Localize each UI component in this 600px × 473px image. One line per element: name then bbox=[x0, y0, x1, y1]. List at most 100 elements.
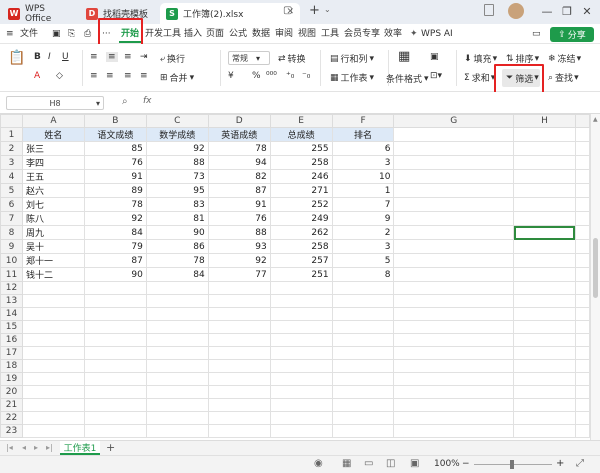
table-cell[interactable] bbox=[393, 307, 515, 321]
table-cell[interactable]: 总成绩 bbox=[269, 127, 333, 142]
table-cell[interactable] bbox=[393, 169, 515, 184]
table-cell[interactable]: 92 bbox=[207, 253, 271, 268]
table-cell[interactable] bbox=[574, 267, 590, 282]
column-header[interactable]: F bbox=[331, 114, 395, 128]
table-cell[interactable] bbox=[83, 398, 147, 412]
table-cell[interactable] bbox=[269, 320, 333, 334]
table-cell[interactable] bbox=[393, 197, 515, 212]
table-cell[interactable] bbox=[513, 320, 576, 334]
table-cell[interactable] bbox=[513, 155, 576, 170]
find-button[interactable]: ⌕ 查找 ▾ bbox=[548, 71, 579, 85]
wrap-button[interactable]: ⤶ 换行 bbox=[160, 52, 185, 66]
menu-data[interactable]: 数据 bbox=[252, 27, 270, 41]
avatar[interactable] bbox=[508, 3, 524, 19]
table-cell[interactable]: 258 bbox=[269, 155, 333, 170]
table-cell[interactable] bbox=[393, 320, 515, 334]
table-cell[interactable] bbox=[513, 267, 576, 282]
table-cell[interactable] bbox=[21, 320, 85, 334]
table-cell[interactable]: 数学成绩 bbox=[145, 127, 209, 142]
table-cell[interactable] bbox=[513, 346, 576, 360]
row-header[interactable]: 14 bbox=[0, 307, 23, 321]
table-cell[interactable] bbox=[83, 359, 147, 373]
table-cell[interactable]: 249 bbox=[269, 211, 333, 226]
row-header[interactable]: 16 bbox=[0, 333, 23, 347]
restore-icon[interactable]: ❐ bbox=[558, 2, 576, 20]
zoom-out-icon[interactable]: − bbox=[462, 459, 470, 469]
table-cell[interactable] bbox=[21, 372, 85, 386]
table-cell[interactable] bbox=[269, 385, 333, 399]
table-cell[interactable] bbox=[207, 281, 271, 295]
share-button[interactable]: ⇪ 分享 bbox=[550, 27, 594, 42]
table-cell[interactable] bbox=[331, 294, 395, 308]
new-tab-icon[interactable]: + bbox=[309, 3, 320, 18]
table-cell[interactable] bbox=[207, 411, 271, 425]
italic-icon[interactable]: I bbox=[48, 52, 51, 62]
select-all-corner[interactable] bbox=[0, 114, 23, 128]
table-cell[interactable]: 吴十 bbox=[21, 239, 85, 254]
file-menu[interactable]: 文件 bbox=[20, 27, 38, 41]
table-cell[interactable]: 89 bbox=[83, 183, 147, 198]
prev-sheet-icon[interactable]: ◂ bbox=[22, 443, 26, 452]
row-header[interactable]: 7 bbox=[0, 211, 23, 226]
paste-icon[interactable]: 📋 bbox=[8, 50, 25, 66]
row-header[interactable]: 18 bbox=[0, 359, 23, 373]
currency-icon[interactable]: ¥ bbox=[228, 71, 234, 81]
table-cell[interactable] bbox=[574, 359, 590, 373]
print-icon[interactable]: ⎙ bbox=[84, 27, 91, 41]
table-cell[interactable]: 257 bbox=[269, 253, 333, 268]
menu-wps-ai[interactable]: WPS AI bbox=[421, 27, 453, 41]
table-cell[interactable]: 78 bbox=[145, 253, 209, 268]
table-cell[interactable] bbox=[393, 411, 515, 425]
rows-cols-button[interactable]: ▤ 行和列 ▾ bbox=[330, 52, 374, 66]
table-cell[interactable]: 刘七 bbox=[21, 197, 85, 212]
menu-developer[interactable]: 开发工具 bbox=[145, 27, 181, 41]
table-cell[interactable]: 91 bbox=[207, 197, 271, 212]
sidebar-icon[interactable] bbox=[484, 4, 494, 16]
table-cell[interactable] bbox=[513, 294, 576, 308]
row-header[interactable]: 21 bbox=[0, 398, 23, 412]
tab-wps-office[interactable]: W WPS Office bbox=[2, 3, 74, 24]
table-cell[interactable] bbox=[393, 424, 515, 438]
zoom-slider-thumb[interactable] bbox=[510, 460, 514, 469]
window-icon[interactable]: ▢ bbox=[283, 5, 292, 16]
table-cell[interactable]: 姓名 bbox=[21, 127, 85, 142]
hamburger-icon[interactable]: ≡ bbox=[6, 27, 14, 41]
table-cell[interactable] bbox=[331, 281, 395, 295]
page-layout-icon[interactable]: ▭ bbox=[364, 458, 373, 469]
table-cell[interactable]: 90 bbox=[83, 267, 147, 282]
table-cell[interactable] bbox=[83, 372, 147, 386]
table-cell[interactable]: 8 bbox=[331, 267, 395, 282]
export-icon[interactable]: ⎘ bbox=[68, 27, 75, 41]
table-cell[interactable] bbox=[83, 424, 147, 438]
eye-icon[interactable]: ◉ bbox=[314, 458, 323, 469]
indent-icon[interactable]: ⇥ bbox=[140, 52, 148, 62]
table-cell[interactable] bbox=[574, 169, 590, 184]
table-cell[interactable]: 92 bbox=[83, 211, 147, 226]
save-icon[interactable]: ▣ bbox=[52, 27, 61, 41]
table-cell[interactable] bbox=[393, 267, 515, 282]
table-cell[interactable] bbox=[574, 398, 590, 412]
table-cell[interactable] bbox=[393, 385, 515, 399]
table-cell[interactable] bbox=[269, 424, 333, 438]
row-header[interactable]: 11 bbox=[0, 267, 23, 282]
table-cell[interactable] bbox=[393, 281, 515, 295]
table-cell[interactable] bbox=[83, 346, 147, 360]
table-cell[interactable] bbox=[393, 155, 515, 170]
underline-icon[interactable]: U bbox=[62, 52, 69, 62]
row-header[interactable]: 23 bbox=[0, 424, 23, 438]
table-cell[interactable] bbox=[513, 424, 576, 438]
table-cell[interactable] bbox=[574, 225, 590, 240]
table-cell[interactable] bbox=[513, 127, 576, 142]
table-cell[interactable]: 84 bbox=[83, 225, 147, 240]
table-cell[interactable] bbox=[269, 372, 333, 386]
table-cell[interactable]: 86 bbox=[145, 239, 209, 254]
table-cell[interactable] bbox=[145, 398, 209, 412]
menu-page[interactable]: 页面 bbox=[206, 27, 224, 41]
table-cell[interactable]: 93 bbox=[207, 239, 271, 254]
close-icon[interactable]: ✕ bbox=[578, 2, 596, 20]
table-cell[interactable] bbox=[393, 398, 515, 412]
table-cell[interactable] bbox=[393, 346, 515, 360]
column-header[interactable]: B bbox=[83, 114, 147, 128]
table-cell[interactable]: 78 bbox=[207, 141, 271, 156]
table-cell[interactable]: 6 bbox=[331, 141, 395, 156]
